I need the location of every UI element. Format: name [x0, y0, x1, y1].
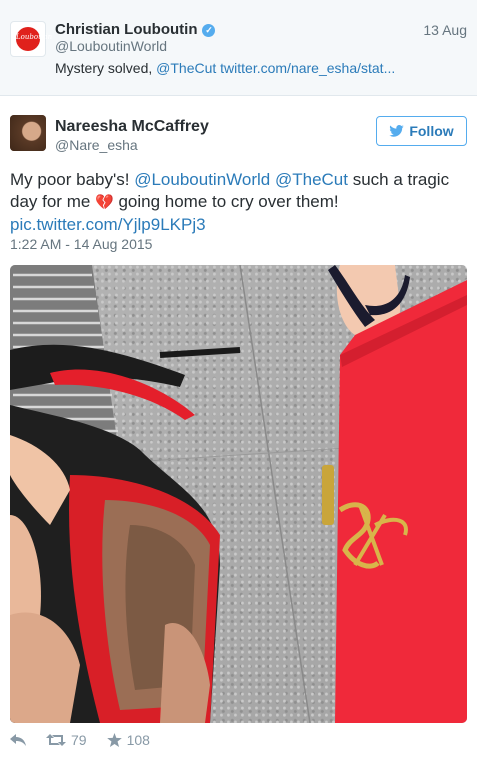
louboutin-avatar[interactable]: Louboutin	[10, 21, 53, 57]
favorite-button[interactable]: 108	[106, 732, 150, 748]
tweet-photo[interactable]	[10, 265, 467, 723]
follow-button[interactable]: Follow	[376, 116, 467, 146]
louboutin-logo-text: Louboutin	[16, 33, 53, 41]
twitter-bird-icon	[389, 125, 405, 137]
author-handle[interactable]: @Nare_esha	[55, 137, 138, 153]
verified-icon: ✓	[202, 24, 216, 37]
photo-scene	[10, 265, 467, 723]
mention-thecut[interactable]: @TheCut	[275, 170, 348, 189]
pic-link[interactable]: pic.twitter.com/Yjlp9LKPj3	[10, 215, 206, 234]
tweet-actions: 79 108	[10, 732, 170, 748]
red-bag	[322, 280, 467, 723]
quoted-text: Mystery solved, @TheCut twitter.com/nare…	[55, 60, 395, 76]
quoted-tweet[interactable]: Louboutin Christian Louboutin ✓ @Loubouti…	[0, 0, 477, 96]
star-icon	[106, 733, 122, 747]
tweet-text: My poor baby's! @LouboutinWorld @TheCut …	[10, 169, 470, 236]
follow-label: Follow	[409, 123, 454, 139]
quoted-author-handle[interactable]: @LouboutinWorld	[55, 38, 167, 54]
tweet-text-part-3: going home to cry over them!	[113, 192, 339, 211]
quoted-date[interactable]: 13 Aug	[423, 22, 467, 38]
quoted-author-name-text: Christian Louboutin	[55, 21, 198, 38]
retweet-count: 79	[71, 732, 87, 748]
author-name[interactable]: Nareesha McCaffrey	[55, 118, 209, 136]
favorite-count: 108	[126, 732, 150, 748]
retweet-button[interactable]: 79	[46, 732, 87, 748]
quoted-url-link[interactable]: twitter.com/nare_esha/stat...	[220, 60, 395, 76]
mention-louboutinworld[interactable]: @LouboutinWorld	[134, 170, 270, 189]
reply-button[interactable]	[10, 734, 26, 746]
quoted-text-body: Mystery solved,	[55, 60, 157, 76]
tweet-timestamp[interactable]: 1:22 AM - 14 Aug 2015	[10, 236, 152, 252]
author-avatar[interactable]	[10, 115, 46, 151]
retweet-icon	[46, 734, 66, 746]
reply-icon	[10, 734, 26, 746]
quoted-mention-link[interactable]: @TheCut	[156, 60, 216, 76]
tweet-text-part-1: My poor baby's!	[10, 170, 135, 189]
broken-heart-icon: 💔	[95, 194, 114, 211]
quoted-author-name[interactable]: Christian Louboutin ✓	[55, 21, 216, 38]
